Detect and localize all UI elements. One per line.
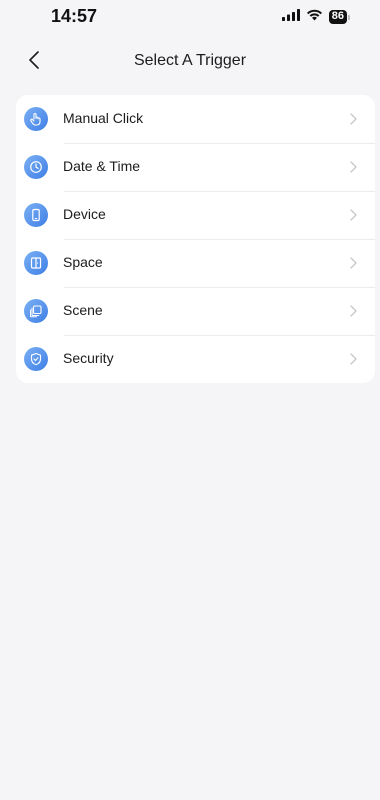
battery-icon: 86 <box>328 10 350 24</box>
chevron-right-icon <box>350 160 357 178</box>
page-title: Select A Trigger <box>133 52 247 69</box>
trigger-list: Manual Click Date & Time Device Space Sc… <box>16 95 375 383</box>
chevron-right-icon <box>350 256 357 274</box>
trigger-item-space[interactable]: Space <box>16 239 375 287</box>
chevron-right-icon <box>350 208 357 226</box>
shield-icon <box>24 347 48 371</box>
screen: 14:57 86 Select A Trigger Manual Click D… <box>0 0 380 800</box>
trigger-item-label: Date & Time <box>63 158 141 174</box>
chevron-right-icon <box>350 352 357 370</box>
trigger-item-security[interactable]: Security <box>16 335 375 383</box>
trigger-item-label: Space <box>63 254 103 270</box>
battery-level: 86 <box>328 10 347 24</box>
trigger-item-label: Security <box>63 350 114 366</box>
hand-tap-icon <box>24 107 48 131</box>
trigger-item-device[interactable]: Device <box>16 191 375 239</box>
trigger-item-label: Scene <box>63 302 103 318</box>
phone-device-icon <box>24 203 48 227</box>
door-icon <box>24 251 48 275</box>
trigger-item-date-time[interactable]: Date & Time <box>16 143 375 191</box>
trigger-item-label: Device <box>63 206 106 222</box>
trigger-item-scene[interactable]: Scene <box>16 287 375 335</box>
trigger-item-label: Manual Click <box>63 110 144 126</box>
layers-icon <box>24 299 48 323</box>
status-bar: 14:57 86 <box>0 0 380 40</box>
wifi-icon <box>306 8 323 26</box>
trigger-item-manual-click[interactable]: Manual Click <box>16 95 375 143</box>
nav-bar: Select A Trigger <box>0 40 380 84</box>
chevron-right-icon <box>350 112 357 130</box>
status-icons: 86 <box>281 8 350 26</box>
status-time: 14:57 <box>51 6 98 26</box>
chevron-right-icon <box>350 304 357 322</box>
signal-icon <box>281 8 300 26</box>
clock-icon <box>24 155 48 179</box>
